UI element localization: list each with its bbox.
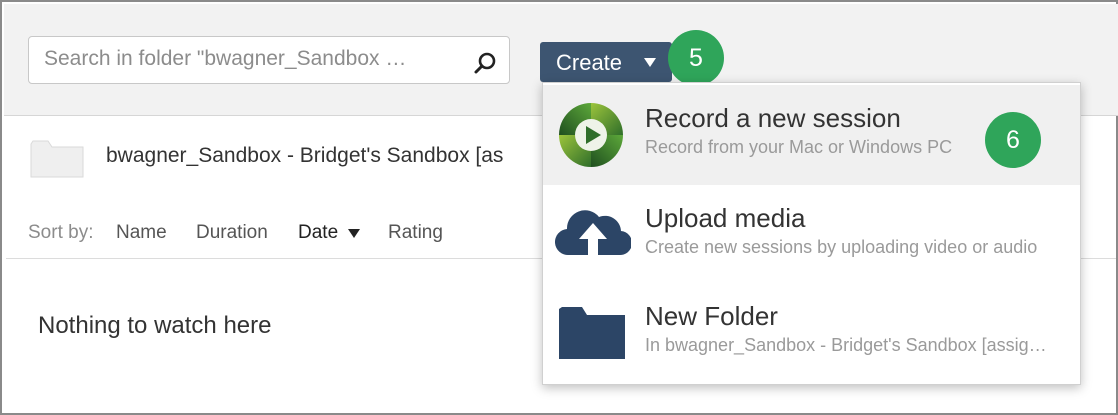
menu-item-title: New Folder <box>645 301 778 331</box>
menu-item-upload-media[interactable]: Upload media Create new sessions by uplo… <box>543 185 1080 285</box>
empty-state-message: Nothing to watch here <box>38 312 272 339</box>
menu-item-subtitle: Create new sessions by uploading video o… <box>645 237 1038 257</box>
sort-option-date[interactable]: Date <box>298 222 338 244</box>
folder-icon <box>30 140 84 178</box>
caret-down-icon <box>644 58 656 67</box>
caret-down-icon[interactable] <box>348 229 360 238</box>
folder-icon <box>559 307 625 359</box>
cloud-upload-icon <box>555 210 631 259</box>
menu-item-subtitle: In bwagner_Sandbox - Bridget's Sandbox [… <box>645 335 1047 355</box>
menu-item-title: Upload media <box>645 203 806 233</box>
panopto-record-icon <box>559 103 623 167</box>
app-frame: Search in folder "bwagner_Sandbox … Crea… <box>0 0 1118 415</box>
step-badge-6: 6 <box>985 112 1041 168</box>
menu-item-subtitle: Record from your Mac or Windows PC <box>645 137 953 157</box>
sort-option-rating[interactable]: Rating <box>388 222 443 244</box>
create-button[interactable]: Create <box>540 42 672 82</box>
search-input[interactable]: Search in folder "bwagner_Sandbox … <box>28 36 510 84</box>
menu-item-title: Record a new session <box>645 103 901 133</box>
sort-label: Sort by: <box>28 222 94 243</box>
sort-option-name[interactable]: Name <box>116 222 167 244</box>
step-badge-5: 5 <box>668 30 724 86</box>
create-button-label: Create <box>556 50 623 75</box>
search-icon[interactable] <box>473 51 497 75</box>
folder-title: bwagner_Sandbox - Bridget's Sandbox [as <box>106 144 504 167</box>
menu-item-new-folder[interactable]: New Folder In bwagner_Sandbox - Bridget'… <box>543 283 1080 383</box>
sort-option-duration[interactable]: Duration <box>196 222 268 244</box>
search-placeholder: Search in folder "bwagner_Sandbox … <box>44 47 407 70</box>
